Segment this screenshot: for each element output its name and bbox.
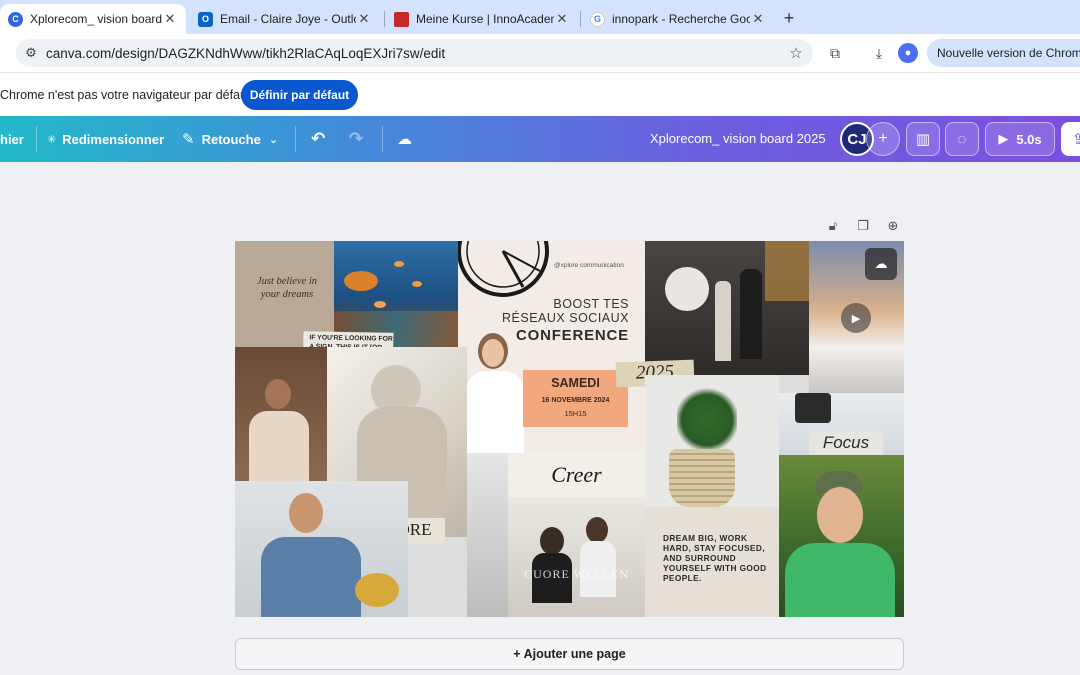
close-icon[interactable]: ✕ [554, 11, 570, 27]
retouch-label: Retouche [201, 131, 261, 147]
creer-label-box: Creer [508, 453, 645, 497]
new-chrome-version-button[interactable]: Nouvelle version de Chrome [927, 39, 1080, 67]
cloud-saved-icon[interactable]: ☁ [397, 116, 412, 162]
tab-google[interactable]: G innopark - Recherche Google ✕ [582, 4, 774, 34]
creer-label: Creer [551, 462, 602, 487]
studio-photo [645, 241, 809, 375]
typing-hands-photo [467, 453, 508, 617]
canva-favicon-icon: C [8, 11, 23, 27]
poster-line1: BOOST TES [553, 297, 629, 311]
resize-sparkle-icon: ✳ [47, 133, 57, 146]
duplicate-page-icon[interactable]: ❐ [854, 217, 872, 235]
bookmark-star-icon[interactable]: ☆ [779, 44, 813, 62]
motto-tile: DREAM BIG, WORK HARD, STAY FOCUSED, AND … [645, 507, 779, 617]
download-icon[interactable]: ⤓ [868, 42, 890, 64]
play-duration: 5.0s [1016, 131, 1042, 147]
resize-label: Redimensionner [62, 131, 165, 147]
url-text[interactable]: canva.com/design/DAGZKNdhWww/tikh2RlaCAq… [46, 46, 779, 61]
focus-label: Focus [822, 433, 870, 452]
event-day: SAMEDI [551, 376, 600, 390]
plant-photo [645, 375, 779, 507]
event-time: 15H15 [564, 409, 587, 418]
omnibox[interactable]: ⚙ canva.com/design/DAGZKNdhWww/tikh2RlaC… [16, 39, 813, 67]
infobar-message: Chrome n'est pas votre navigateur par dé… [0, 88, 251, 102]
present-button[interactable]: ▶ 5.0s [985, 122, 1055, 156]
browser-tab-strip: C Xplorecom_ vision board 2025 ✕ O Email… [0, 0, 1080, 34]
pencil-icon: ✎ [182, 131, 195, 148]
innoacademy-favicon-icon [394, 11, 409, 27]
hiker-selfie-photo [779, 455, 904, 617]
close-icon[interactable]: ✕ [750, 11, 766, 27]
design-canvas[interactable]: Just believe in your dreams @xplore comm… [235, 241, 904, 617]
tab-title: Meine Kurse | InnoAcademy [416, 12, 554, 26]
add-collaborator-icon[interactable]: + [866, 122, 900, 156]
speaker-photo [464, 333, 524, 453]
poster-line2: RÉSEAUX SOCIAUX [502, 311, 629, 325]
close-icon[interactable]: ✕ [356, 11, 372, 27]
motto-text: DREAM BIG, WORK HARD, STAY FOCUSED, AND … [663, 533, 767, 583]
cloud-upload-icon[interactable]: ☁ [865, 248, 897, 280]
close-icon[interactable]: ✕ [162, 11, 178, 27]
add-page-icon[interactable]: ⊕ [884, 217, 902, 235]
comment-icon[interactable]: ◌ [945, 122, 979, 156]
clock-graphic [458, 241, 549, 297]
document-title[interactable]: Xplorecom_ vision board 2025 [650, 131, 826, 146]
poster-line3: CONFERENCE [515, 327, 629, 344]
tab-canva[interactable]: C Xplorecom_ vision board 2025 ✕ [0, 4, 186, 34]
toolbar-divider [295, 126, 296, 152]
share-icon[interactable]: ⇪ [1061, 122, 1080, 156]
business-woman-photo [235, 347, 327, 481]
set-default-button[interactable]: Définir par défaut [241, 80, 358, 110]
mountain-video-thumbnail[interactable]: ☁ ▶ [809, 241, 904, 393]
play-icon: ▶ [998, 131, 1009, 146]
tab-title: Xplorecom_ vision board 2025 [30, 12, 162, 26]
default-browser-infobar: Chrome n'est pas votre navigateur par dé… [0, 72, 1080, 116]
undo-icon[interactable]: ↶ [311, 116, 325, 162]
address-bar-row: ⚙ canva.com/design/DAGZKNdhWww/tikh2RlaC… [0, 34, 1080, 72]
lock-icon[interactable]: 🔓︎ [824, 217, 842, 235]
man-on-phone-photo [235, 481, 408, 617]
new-tab-button[interactable]: + [779, 8, 799, 29]
tab-separator [580, 11, 581, 27]
retouch-menu[interactable]: ✎ Retouche ⌄ [182, 116, 278, 162]
add-page-button[interactable]: + Ajouter une page [235, 638, 904, 670]
tab-title: Email - Claire Joye - Outlook [220, 12, 356, 26]
office-meeting-photo: CUORE WELLEN [508, 497, 645, 617]
resize-button[interactable]: ✳ Redimensionner [47, 116, 164, 162]
file-menu[interactable]: hier [0, 116, 24, 162]
google-favicon-icon: G [590, 11, 605, 27]
toolbar-divider [36, 126, 37, 152]
poster-handle: @xplore communication [554, 262, 624, 269]
site-settings-icon[interactable]: ⚙ [16, 45, 46, 61]
profile-avatar-icon[interactable]: ● [898, 43, 918, 63]
event-date: 16 NOVEMBRE 2024 [541, 397, 610, 404]
insights-chart-icon[interactable]: ▥ [906, 122, 940, 156]
toolbar-divider [382, 126, 383, 152]
focus-label-box: Focus [809, 431, 883, 455]
chevron-down-icon: ⌄ [268, 133, 279, 146]
office-sign-text: CUORE WELLEN [524, 567, 629, 581]
event-date-card: SAMEDI 16 NOVEMBRE 2024 15H15 [523, 370, 628, 427]
video-play-icon[interactable]: ▶ [841, 303, 871, 333]
quote-text: Just believe in your dreams [256, 276, 318, 300]
tab-outlook[interactable]: O Email - Claire Joye - Outlook ✕ [190, 4, 380, 34]
tab-innoacademy[interactable]: Meine Kurse | InnoAcademy ✕ [386, 4, 578, 34]
tab-separator [384, 11, 385, 27]
redo-icon[interactable]: ↷ [349, 116, 363, 162]
extensions-icon[interactable]: ⧉ [824, 42, 846, 64]
outlook-favicon-icon: O [198, 11, 213, 27]
conference-poster: @xplore communication BOOST TES RÉSEAUX … [458, 241, 645, 453]
tab-title: innopark - Recherche Google [612, 12, 750, 26]
